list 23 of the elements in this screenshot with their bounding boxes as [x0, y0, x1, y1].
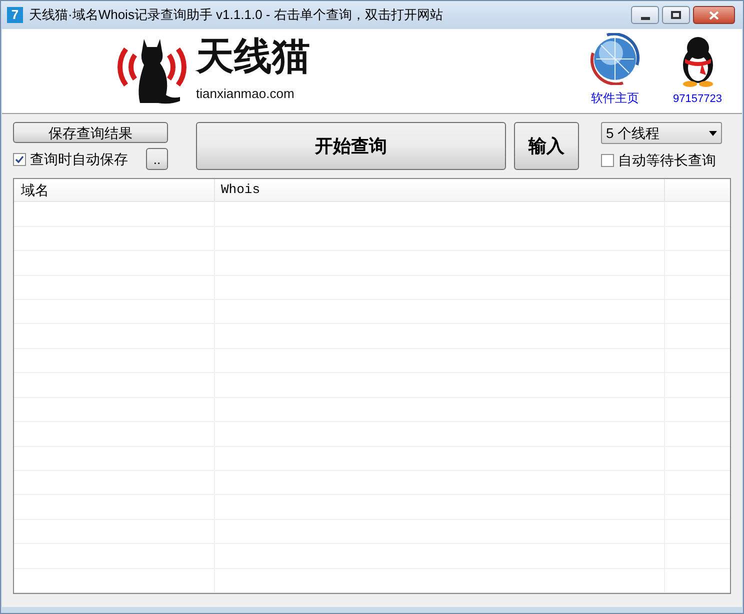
thread-count-dropdown[interactable]: 5 个线程	[601, 122, 722, 144]
column-header[interactable]: Whois	[215, 179, 665, 202]
dropdown-arrow-icon	[709, 130, 717, 136]
checkbox-label: 自动等待长查询	[618, 151, 716, 170]
close-button[interactable]	[693, 6, 735, 24]
window-title: 天线猫·域名Whois记录查询助手 v1.1.1.0 - 右击单个查询，双击打开网站	[29, 6, 444, 24]
logo-title: 天线猫	[196, 38, 310, 76]
close-icon	[709, 10, 719, 20]
logo-domain: tianxianmao.com	[196, 85, 296, 104]
app-icon: 7	[7, 7, 23, 23]
checkbox[interactable]	[601, 154, 614, 167]
start-query-button[interactable]: 开始查询	[196, 122, 506, 170]
input-button[interactable]: 输入	[514, 122, 579, 170]
maximize-button[interactable]	[662, 6, 690, 24]
link[interactable]: 97157723	[673, 90, 722, 107]
checkbox-label: 查询时自动保存	[30, 150, 128, 168]
column-header[interactable]: 域名	[14, 179, 215, 202]
checkbox[interactable]	[13, 152, 26, 166]
link[interactable]: 软件主页	[591, 89, 640, 107]
save-results-button[interactable]: 保存查询结果	[13, 122, 168, 143]
minimize-button[interactable]	[631, 6, 659, 24]
check-icon	[15, 154, 24, 164]
browse-button[interactable]: ..	[146, 148, 168, 170]
